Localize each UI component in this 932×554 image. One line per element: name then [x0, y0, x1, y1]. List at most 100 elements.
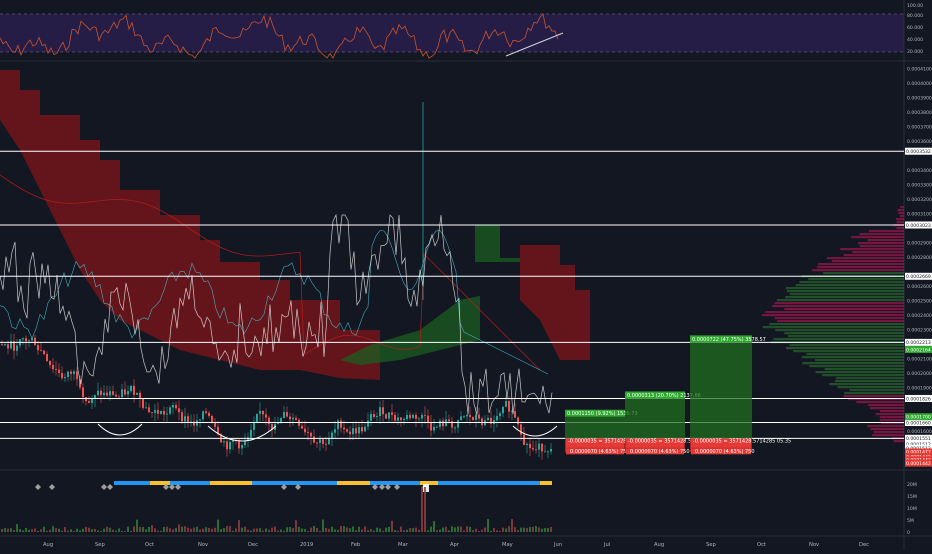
volume-profile-bar: [784, 308, 904, 311]
volume-bar: [298, 526, 300, 532]
volume-profile-bar: [896, 227, 904, 230]
level-tag-label: 0.0002213: [906, 340, 931, 346]
volume-profile-bar: [789, 344, 904, 347]
volume-bar: [37, 530, 39, 532]
month-label: Feb: [351, 542, 361, 548]
volume-bar: [202, 528, 204, 532]
volume-bar: [337, 529, 339, 532]
candle-body: [166, 413, 168, 415]
profit-label: 0.0000722 (47.75%) 3578.57: [692, 337, 766, 343]
volume-bar: [346, 527, 348, 532]
shoulder-arc-right[interactable]: [512, 425, 558, 437]
candle-body: [175, 404, 177, 409]
candle-body: [400, 417, 402, 421]
volume-profile-bar: [835, 377, 904, 380]
candle-body: [409, 414, 411, 419]
volume-bar: [220, 529, 222, 532]
volume-tick-label: 0: [907, 530, 910, 536]
volume-bar: [289, 527, 291, 532]
candle-body: [520, 424, 522, 435]
volume-bar: [478, 530, 480, 532]
volume-bar: [388, 526, 390, 532]
volume-bar: [16, 524, 18, 532]
signal-bar: [35, 481, 552, 492]
candle-body: [112, 391, 114, 395]
volume-bar: [280, 529, 282, 532]
candle-body: [223, 441, 225, 443]
candle-body: [49, 361, 51, 365]
volume-bar: [193, 527, 195, 532]
candle-body: [268, 417, 270, 425]
candle-body: [202, 411, 204, 420]
candle-body: [7, 344, 9, 349]
volume-bar: [13, 529, 15, 532]
volume-bar: [25, 527, 27, 532]
signal-bar-segment: [370, 481, 420, 485]
candle-body: [22, 338, 24, 340]
candle-body: [295, 417, 297, 420]
month-label: Aug: [654, 542, 664, 548]
candle-body: [502, 406, 504, 414]
candle-body: [58, 369, 60, 373]
candle-body: [130, 385, 132, 392]
volume-bar: [424, 487, 426, 532]
volume-bar: [406, 529, 408, 532]
volume-profile-bar: [867, 425, 904, 428]
volume-bar: [178, 524, 180, 532]
volume-bar: [538, 527, 540, 532]
volume-bar: [487, 519, 489, 532]
volume-bar: [370, 528, 372, 532]
candle-body: [508, 401, 510, 412]
candle-body: [64, 377, 66, 379]
price-tick-label: 0.0004100: [907, 67, 932, 73]
volume-bar: [211, 528, 213, 532]
candle-body: [145, 407, 147, 409]
candle-body: [16, 345, 18, 351]
volume-bar: [400, 526, 402, 532]
position-profit-zone[interactable]: [625, 398, 685, 439]
volume-profile-bar: [786, 347, 904, 350]
candle-body: [550, 448, 552, 452]
month-label: Oct: [757, 542, 766, 548]
position-profit-zone[interactable]: [690, 342, 752, 439]
price-tick-label: 0.0002100: [907, 357, 932, 363]
volume-profile-bar: [812, 269, 904, 272]
volume-bar: [523, 527, 525, 532]
time-axis[interactable]: Aug Sep Oct Nov Dec 2019 Feb Mar Apr May Jun Jul Aug…: [43, 542, 869, 548]
candle-body: [418, 418, 420, 420]
volume-profile-bar: [858, 242, 904, 245]
volume-bar: [157, 530, 159, 532]
candle-body: [259, 410, 261, 414]
price-tick-label: 0.0003200: [907, 197, 932, 203]
volume-bar: [190, 528, 192, 532]
price-tick-label: 0.0004000: [907, 81, 932, 87]
volume-profile-bar: [840, 248, 904, 251]
volume-bar: [148, 526, 150, 532]
volume-bar: [214, 527, 216, 532]
volume-profile-bar: [893, 440, 904, 443]
volume-bar: [43, 526, 45, 532]
shoulder-arc-left[interactable]: [97, 423, 143, 436]
candle-body: [427, 415, 429, 423]
volume-bar: [328, 528, 330, 532]
volume-bar: [259, 528, 261, 532]
volume-bar: [397, 530, 399, 532]
volume-bar: [76, 528, 78, 532]
volume-bar: [511, 519, 513, 532]
candle-body: [154, 409, 156, 413]
chart-root: 0.0003532 0.0003023 0.0002669 0.0002213 0.00…: [0, 0, 932, 550]
candle-body: [256, 413, 258, 423]
volume-bar: [55, 528, 57, 532]
volume-bar: [550, 526, 552, 532]
volume-bar: [295, 520, 297, 532]
candle-body: [391, 412, 393, 415]
candle-body: [76, 371, 78, 380]
volume-profile-bar: [898, 212, 904, 215]
candle-body: [1, 344, 3, 346]
candle-body: [379, 407, 381, 417]
candle-body: [103, 392, 105, 396]
volume-profile-bar: [769, 323, 904, 326]
volume-tick-label: 5M: [907, 518, 914, 524]
volume-profile-bar: [774, 302, 904, 305]
position-profit-zone[interactable]: [565, 416, 625, 439]
